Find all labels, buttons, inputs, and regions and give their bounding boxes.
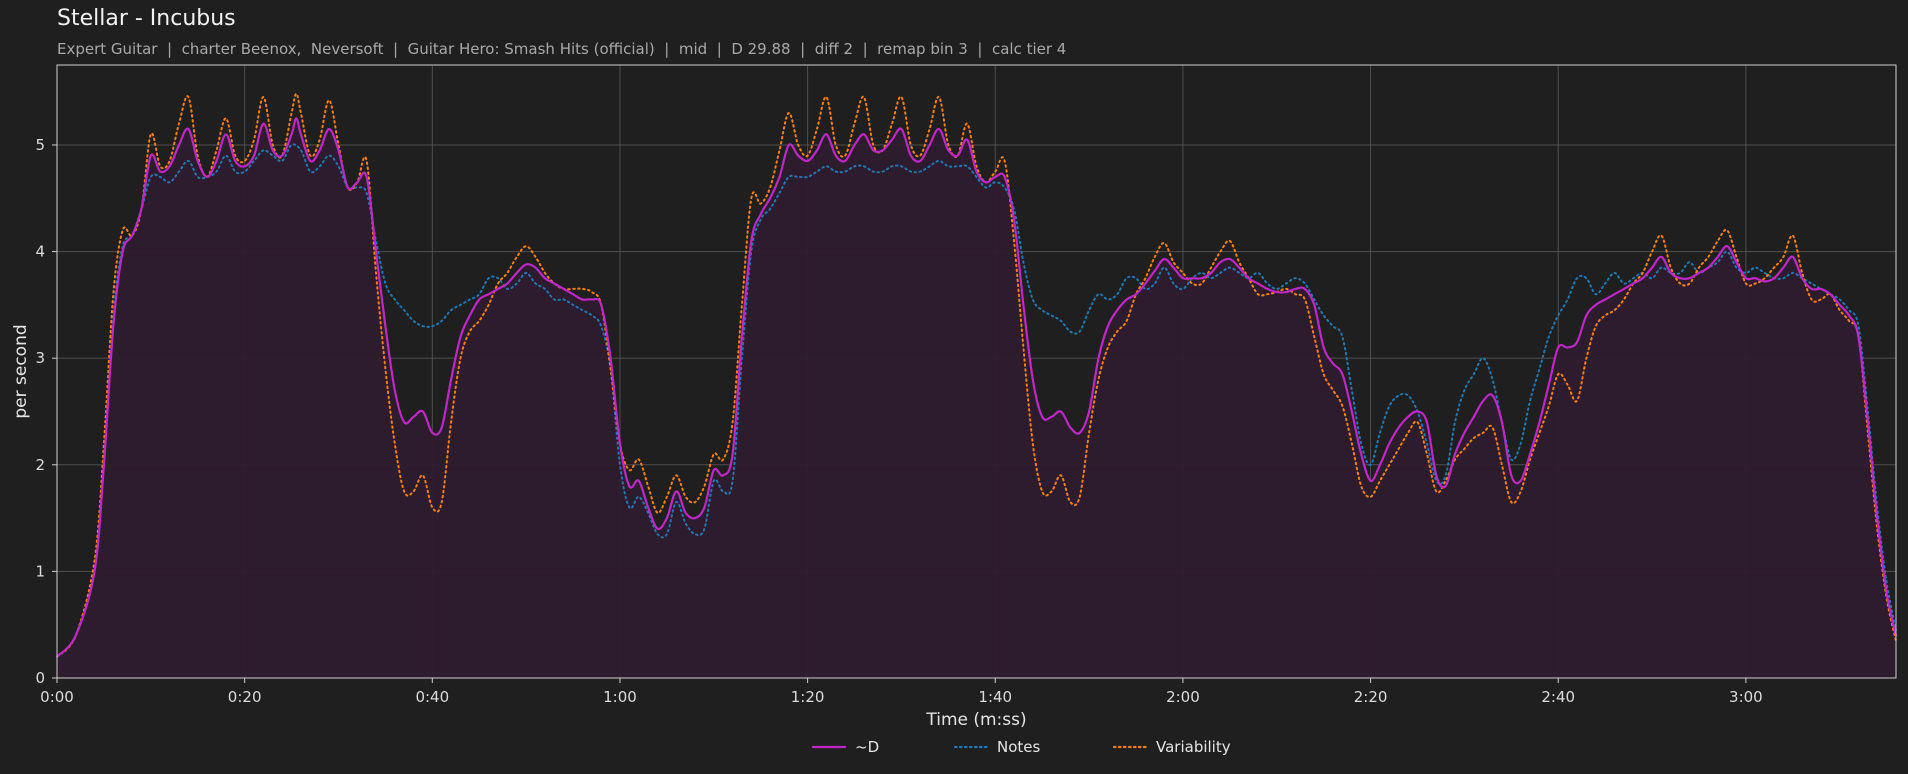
- y-axis-label: per second: [11, 324, 31, 418]
- x-tick-label: 1:40: [978, 688, 1012, 706]
- x-tick-label: 3:00: [1729, 688, 1763, 706]
- x-tick-label: 2:00: [1166, 688, 1200, 706]
- x-tick-label: 2:40: [1541, 688, 1575, 706]
- legend-label: ~D: [855, 738, 879, 756]
- x-tick-label: 1:00: [603, 688, 637, 706]
- legend-label: Variability: [1156, 738, 1231, 756]
- x-tick-label: 1:20: [791, 688, 825, 706]
- y-tick-label: 1: [35, 562, 45, 580]
- area-fill-d: [57, 118, 1896, 679]
- area-fill-layer: [57, 118, 1896, 679]
- y-tick-label: 4: [35, 243, 45, 261]
- x-axis-ticks: 0:00 0:20 0:40 1:00 1:20 1:40 2:00 2:20 2:40 3:00: [40, 678, 1763, 706]
- y-tick-label: 3: [35, 349, 45, 367]
- x-tick-label: 0:00: [40, 688, 74, 706]
- y-axis-ticks: 0 1 2 3 4 5: [35, 136, 57, 687]
- y-tick-label: 2: [35, 456, 45, 474]
- y-tick-label: 0: [35, 669, 45, 687]
- x-tick-label: 0:40: [415, 688, 449, 706]
- y-tick-label: 5: [35, 136, 45, 154]
- line-chart: 0:00 0:20 0:40 1:00 1:20 1:40 2:00 2:20 2:40 3:00…: [11, 64, 1898, 756]
- x-axis-label: Time (m:ss): [925, 710, 1026, 730]
- x-tick-label: 0:20: [228, 688, 262, 706]
- legend: ~D Notes Variability: [811, 738, 1231, 756]
- x-tick-label: 2:20: [1354, 688, 1388, 706]
- legend-label: Notes: [997, 738, 1041, 756]
